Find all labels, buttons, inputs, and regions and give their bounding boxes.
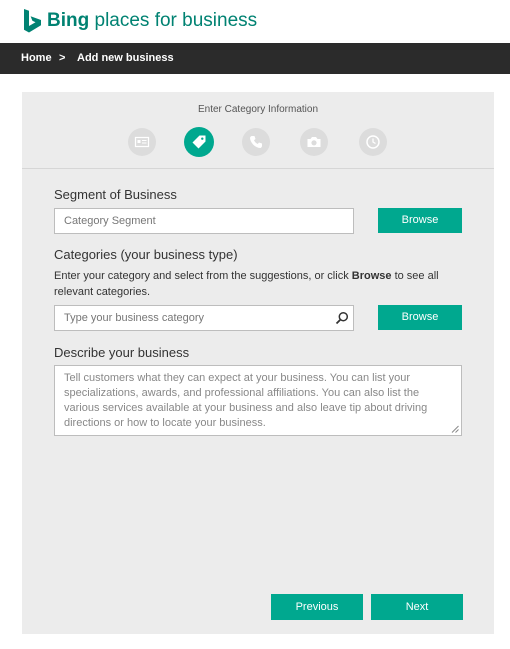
breadcrumb: Home > Add new business xyxy=(0,43,510,74)
step-business-info[interactable] xyxy=(128,128,156,156)
header: Bing places for business xyxy=(0,0,510,43)
tag-icon xyxy=(192,135,206,149)
description-label: Describe your business xyxy=(54,345,190,360)
breadcrumb-separator: > xyxy=(59,52,66,64)
camera-icon xyxy=(307,137,321,147)
categories-help-before: Enter your category and select from the … xyxy=(54,270,352,282)
breadcrumb-home-link[interactable]: Home xyxy=(21,52,52,64)
brand-bold: Bing xyxy=(47,10,90,31)
step-category[interactable] xyxy=(184,127,214,157)
brand-title[interactable]: Bing places for business xyxy=(47,10,257,32)
segment-browse-button[interactable]: Browse xyxy=(378,208,462,233)
form-panel: Enter Category Information Segment of Bu… xyxy=(22,92,494,634)
category-browse-button[interactable]: Browse xyxy=(378,305,462,330)
category-input[interactable] xyxy=(55,306,353,330)
brand-rest: places for business xyxy=(89,10,258,31)
step-divider xyxy=(22,168,494,169)
search-icon[interactable] xyxy=(335,311,349,325)
categories-help: Enter your category and select from the … xyxy=(54,268,464,300)
segment-field[interactable] xyxy=(54,208,354,234)
step-title: Enter Category Information xyxy=(197,104,319,115)
step-photos[interactable] xyxy=(300,128,328,156)
categories-help-bold: Browse xyxy=(351,270,392,282)
category-field[interactable] xyxy=(54,305,354,331)
resize-grip-icon[interactable] xyxy=(451,425,459,433)
segment-label: Segment of Business xyxy=(54,187,177,202)
previous-button[interactable]: Previous xyxy=(271,594,363,620)
step-hours[interactable] xyxy=(359,128,387,156)
step-contact[interactable] xyxy=(242,128,270,156)
clock-icon xyxy=(366,135,380,149)
categories-label: Categories (your business type) xyxy=(54,247,238,262)
segment-input[interactable] xyxy=(55,209,353,233)
description-field[interactable] xyxy=(54,365,462,436)
next-button[interactable]: Next xyxy=(371,594,463,620)
bing-logo-icon[interactable] xyxy=(22,9,44,33)
description-textarea[interactable] xyxy=(55,366,461,435)
id-card-icon xyxy=(134,136,150,148)
breadcrumb-current: Add new business xyxy=(77,52,174,64)
phone-icon xyxy=(250,136,262,148)
